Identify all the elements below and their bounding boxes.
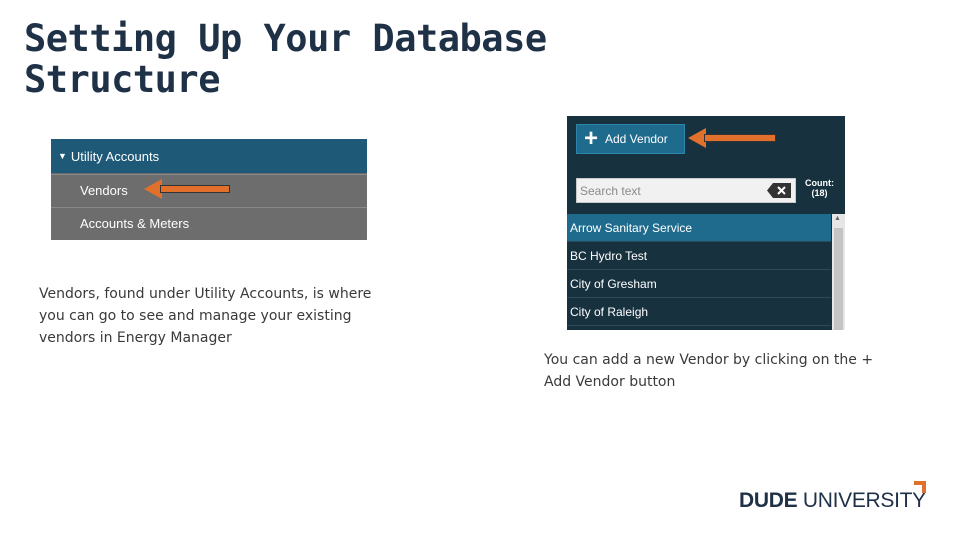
vendor-name: BC Hydro Test [570, 248, 648, 263]
vendor-name: City of Gresham [570, 276, 657, 291]
caret-down-icon: ▼ [58, 151, 67, 161]
menu-header-utility-accounts[interactable]: ▼ Utility Accounts [51, 139, 367, 173]
scrollbar-thumb[interactable] [834, 228, 843, 330]
search-box [576, 178, 796, 203]
vendor-name: City of Raleigh [570, 304, 649, 319]
menu-item-label: Vendors [80, 183, 128, 198]
add-vendor-button[interactable]: + Add Vendor [576, 124, 685, 154]
menu-item-label: Accounts & Meters [80, 216, 190, 231]
slide-title: Setting Up Your Database Structure [24, 18, 547, 100]
logo-bold-text: DUDE [739, 489, 798, 512]
vendor-list-scrollbar[interactable]: ▲ [832, 214, 845, 330]
arrow-left-icon [144, 179, 230, 199]
plus-icon: + [583, 125, 598, 152]
vendor-count: Count: (18) [805, 178, 834, 198]
add-vendor-label: Add Vendor [605, 132, 668, 146]
logo-regular-text: UNIVERSITY [797, 489, 926, 512]
caption-right: You can add a new Vendor by clicking on … [544, 352, 874, 390]
slide-title-line-1: Setting Up Your Database [24, 17, 547, 60]
search-input[interactable] [580, 182, 760, 199]
dude-university-logo: DUDE UNIVERSITY [739, 481, 929, 521]
slide-title-line-2: Structure [24, 58, 220, 101]
vendor-row[interactable]: BC Hydro Test [567, 242, 831, 270]
caption-left: Vendors, found under Utility Accounts, i… [39, 286, 372, 346]
vendor-row[interactable]: City of Raleigh [567, 298, 831, 326]
vendor-list: Arrow Sanitary Service BC Hydro Test Cit… [567, 214, 831, 326]
arrow-left-icon [688, 128, 776, 148]
menu-header-label: Utility Accounts [70, 148, 160, 164]
count-value: (18) [811, 188, 828, 198]
count-label: Count: [805, 178, 834, 188]
vendor-name: Arrow Sanitary Service [570, 220, 693, 235]
vendor-row[interactable]: Arrow Sanitary Service [567, 214, 831, 242]
menu-item-accounts-meters[interactable]: Accounts & Meters [51, 207, 367, 239]
logo-corner-icon [914, 481, 926, 493]
scroll-up-icon[interactable]: ▲ [834, 215, 841, 222]
vendor-row[interactable]: City of Gresham [567, 270, 831, 298]
vendor-panel-screenshot: + Add Vendor Count: (18) Arrow Sanitary … [567, 116, 845, 330]
clear-search-icon[interactable] [767, 183, 791, 198]
